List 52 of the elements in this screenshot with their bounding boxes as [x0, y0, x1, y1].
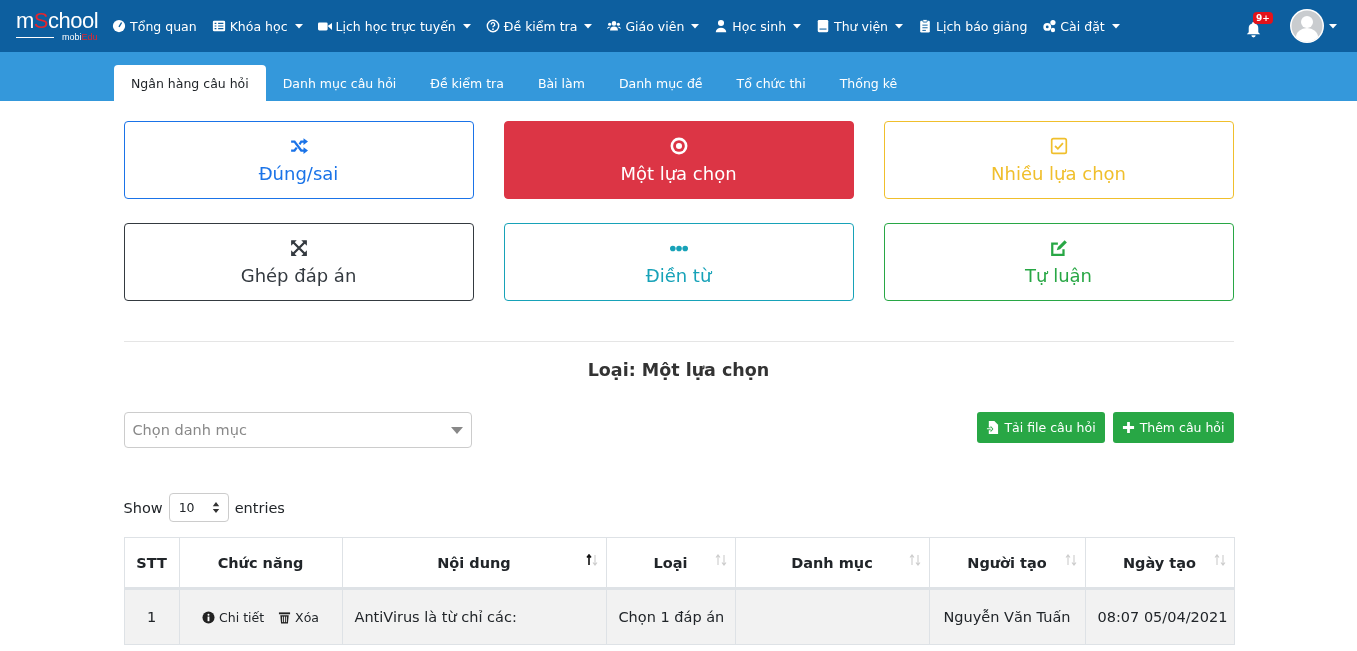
info-icon [202, 610, 216, 624]
list-icon [211, 19, 226, 33]
nav-menu-item[interactable]: Tổng quan [112, 18, 197, 34]
dots-icon [669, 244, 688, 252]
delete-link[interactable]: Xóa [278, 609, 319, 625]
question-icon [485, 19, 500, 33]
edit-icon [1049, 238, 1068, 257]
table-cell: 08:07 05/04/2021 [1085, 588, 1234, 645]
clipboard-icon [918, 19, 932, 33]
gauge-icon [112, 19, 127, 33]
question-type-button[interactable]: Ghép đáp án [123, 223, 474, 301]
expand-icon [289, 238, 308, 257]
book-icon [816, 19, 831, 33]
users-icon [607, 19, 622, 33]
type-heading: Loại: Một lựa chọn [586, 360, 771, 380]
nav-menu-item[interactable]: Cài đặt [1042, 18, 1120, 34]
table-cell: Nguyễn Văn Tuấn [929, 588, 1085, 645]
caret-icon [450, 426, 463, 434]
logo[interactable]: mSchool mobiEdu [16, 10, 99, 42]
table-cell: 1 [124, 588, 179, 645]
nav-menu-item[interactable]: Đề kiểm tra [485, 18, 593, 34]
nav-menu-item[interactable]: Lịch học trực tuyến [317, 18, 471, 34]
detail-link[interactable]: Chi tiết [202, 609, 265, 625]
category-select[interactable]: Chọn danh mục [123, 412, 472, 448]
radio-icon [669, 136, 688, 155]
nav-menu-item[interactable]: Lịch báo giảng [918, 18, 1028, 34]
entries-label: entries [234, 499, 285, 516]
bell-icon [1245, 21, 1262, 38]
nav-menu-item[interactable]: Khóa học [211, 18, 303, 34]
sort-icon [211, 502, 220, 513]
tab[interactable]: Ngân hàng câu hỏi [114, 65, 266, 101]
user-menu[interactable] [1290, 9, 1337, 43]
table-cell: Chọn 1 đáp án [606, 588, 735, 645]
notification-button[interactable]: 9+ [1245, 12, 1270, 40]
nav-menu-item[interactable]: Giáo viên [607, 18, 700, 34]
checkbox-icon [1049, 136, 1068, 155]
question-type-button[interactable]: Một lựa chọn [503, 121, 854, 199]
plus-icon [1121, 421, 1135, 434]
avatar-icon [1290, 9, 1324, 43]
shuffle-icon [289, 136, 308, 155]
user-icon [714, 19, 729, 33]
caret-icon [1329, 23, 1337, 29]
show-label: Show [123, 499, 163, 516]
notification-badge: 9+ [1253, 12, 1273, 24]
file-icon [986, 421, 1000, 434]
nav-menu-item[interactable]: Học sinh [714, 18, 802, 34]
trash-icon [278, 610, 292, 624]
question-type-button[interactable]: Đúng/sai [123, 121, 474, 199]
table-cell: AntiVirus là từ chỉ các: [342, 588, 606, 645]
nav-menu-item[interactable]: Thư viện [816, 18, 903, 34]
entries-select[interactable]: 10 [168, 493, 229, 522]
cogs-icon [1042, 19, 1057, 33]
